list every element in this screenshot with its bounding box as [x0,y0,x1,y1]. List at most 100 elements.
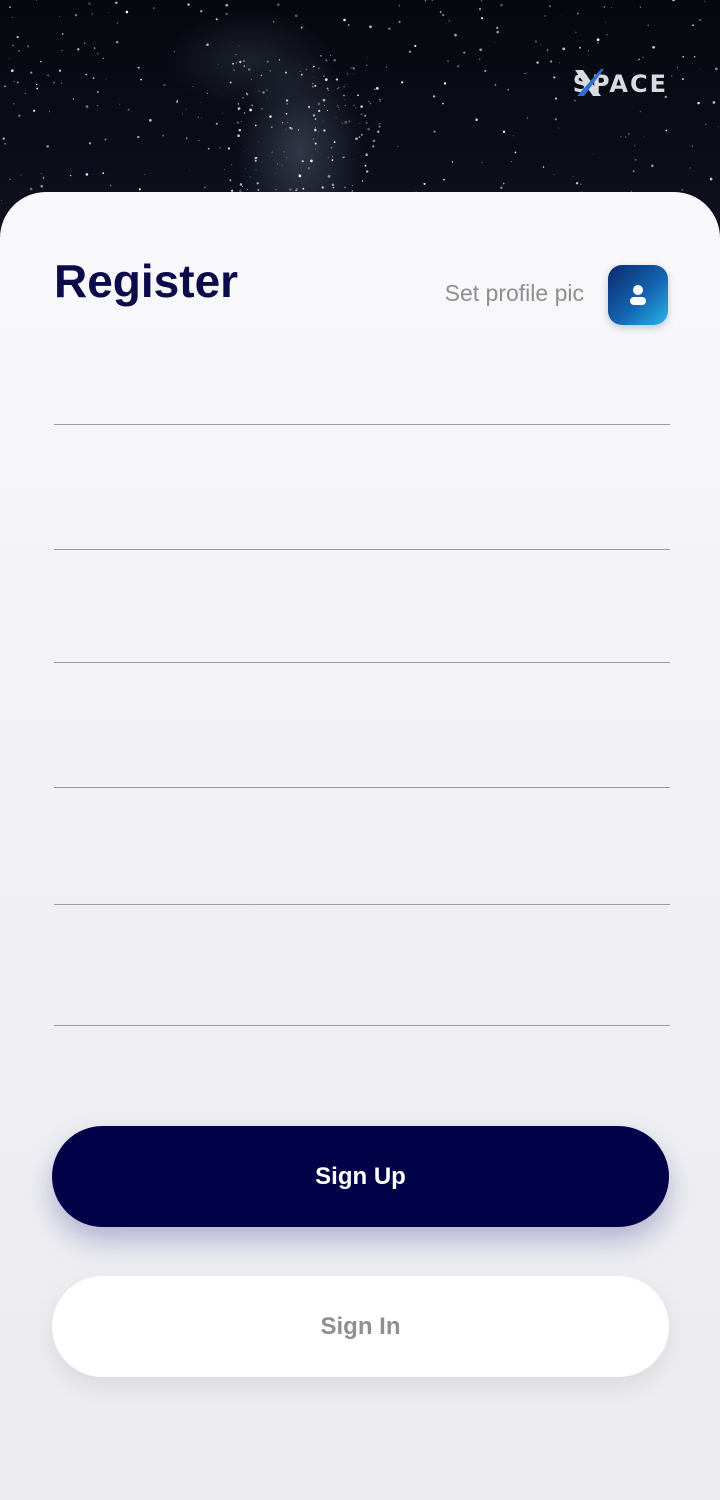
set-profile-pic-button[interactable] [608,265,668,325]
star [324,78,328,81]
star [579,46,582,49]
star [243,60,245,62]
star [372,139,376,143]
star [479,48,483,52]
star [32,109,36,113]
star [445,23,447,25]
star [187,3,190,6]
star [634,158,637,161]
star [512,135,514,137]
star [373,88,376,91]
star [651,164,654,168]
star [697,101,700,105]
star [379,122,381,124]
star [284,71,288,74]
star [307,105,311,109]
star [627,133,630,135]
sign-in-button[interactable]: Sign In [52,1276,669,1377]
star [647,24,649,26]
star [286,156,288,159]
register-sheet: Register Set profile pic Sign Up Sign In [0,192,720,1500]
star [322,75,325,78]
star [269,115,272,118]
star [479,58,481,60]
sign-up-button[interactable]: Sign Up [52,1126,669,1227]
star [307,167,310,170]
star [278,59,281,61]
star [665,129,668,132]
star [337,86,340,89]
star [327,89,329,91]
star [243,112,246,114]
input-field-4[interactable] [54,787,670,788]
star [369,25,372,29]
star [439,11,442,13]
star [245,168,246,170]
star [366,64,368,66]
star [271,152,273,154]
star [692,24,694,27]
star [281,122,284,124]
star [350,67,352,69]
star [327,110,328,111]
star [36,87,39,90]
star [575,182,579,185]
star [358,151,360,153]
star [61,50,63,51]
star [24,92,26,94]
input-field-3[interactable] [54,662,670,663]
logo-x-icon [574,69,604,96]
star [326,87,329,90]
star [534,40,537,43]
star [652,45,655,49]
input-field-2[interactable] [54,549,670,550]
star [478,7,482,11]
star [442,178,446,181]
star [109,184,112,187]
star [318,67,320,69]
star [554,97,558,100]
star [423,182,426,185]
star [360,105,363,108]
input-field-1[interactable] [54,424,670,425]
star [153,7,155,10]
star [576,12,579,15]
star [40,172,42,174]
star [249,176,251,178]
input-field-5[interactable] [54,904,670,905]
star [409,50,411,53]
star [360,133,363,136]
star [93,47,96,49]
star [277,163,279,165]
star [0,199,2,201]
star [463,51,466,54]
star [137,66,140,69]
star [59,15,61,17]
star [312,114,316,117]
star [388,27,391,30]
star [206,92,209,94]
star [496,26,499,30]
star [255,157,258,159]
star [313,138,314,140]
star [182,113,184,115]
star [318,109,321,113]
star [85,105,89,108]
input-field-6[interactable] [54,1025,670,1026]
star [53,81,55,84]
set-profile-pic-label: Set profile pic [444,280,584,306]
star [4,142,7,145]
star [431,0,433,1]
star [451,161,454,163]
star [321,186,324,189]
star [203,186,206,189]
star [322,121,324,123]
star [365,122,368,124]
star [238,45,240,47]
star [243,65,246,67]
star [344,120,348,124]
star [200,10,203,13]
star [77,48,80,51]
star [323,104,326,106]
star [347,24,350,26]
